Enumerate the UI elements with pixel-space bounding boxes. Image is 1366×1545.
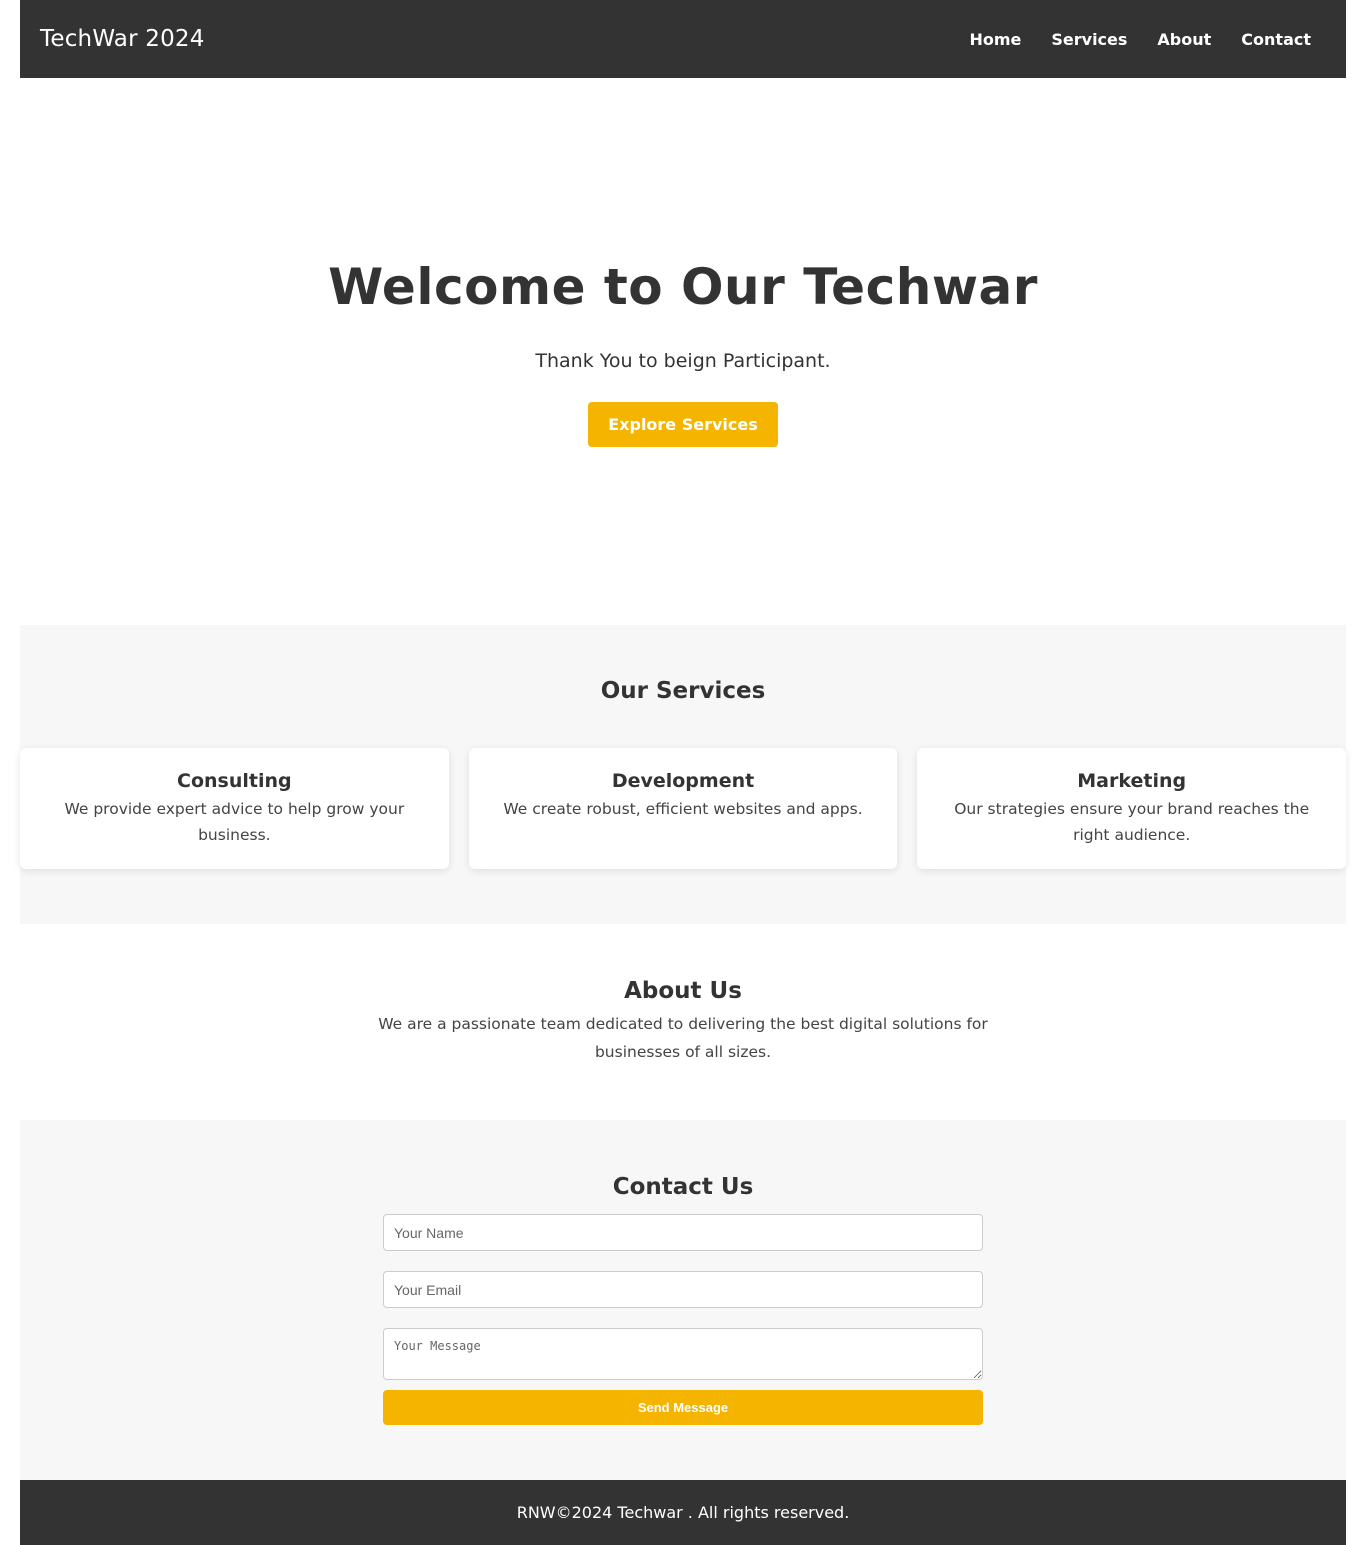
hero-title: Welcome to Our Techwar [328, 258, 1038, 316]
service-card-development: Development We create robust, efficient … [468, 748, 898, 869]
service-card-consulting: Consulting We provide expert advice to h… [20, 748, 449, 869]
service-card-title: Marketing [1077, 770, 1187, 792]
name-input[interactable] [383, 1214, 983, 1251]
hero-subtitle: Thank You to beign Participant. [535, 350, 831, 372]
page: TechWar 2024 Home Services About Contact… [20, 0, 1347, 1545]
nav-services-link[interactable]: Services [1051, 30, 1127, 49]
service-card-title: Development [611, 770, 755, 792]
site-header: TechWar 2024 Home Services About Contact [20, 0, 1346, 78]
nav-about-link[interactable]: About [1157, 30, 1211, 49]
hero-section: Welcome to Our Techwar Thank You to beig… [20, 78, 1346, 625]
about-text: We are a passionate team dedicated to de… [378, 1015, 988, 1061]
footer-copyright: RNW©2024 Techwar . All rights reserved. [516, 1503, 850, 1522]
main-nav: Home Services About Contact [969, 30, 1326, 49]
contact-form: Send Message [383, 1214, 983, 1425]
email-input[interactable] [383, 1271, 983, 1308]
service-card-text: Our strategies ensure your brand reaches… [954, 800, 1310, 844]
explore-services-button[interactable]: Explore Services [588, 402, 778, 447]
service-card-text: We create robust, efficient websites and… [503, 800, 863, 818]
contact-section: Contact Us Send Message [20, 1120, 1346, 1480]
service-card-title: Consulting [177, 770, 292, 792]
message-textarea[interactable] [383, 1328, 983, 1380]
services-cards: Consulting We provide expert advice to h… [20, 748, 1347, 869]
send-message-button[interactable]: Send Message [383, 1390, 983, 1425]
about-section: About Us We are a passionate team dedica… [20, 924, 1346, 1120]
brand-logo[interactable]: TechWar 2024 [40, 26, 205, 52]
nav-home-link[interactable]: Home [969, 30, 1021, 49]
contact-title: Contact Us [612, 1174, 754, 1200]
services-title: Our Services [600, 678, 766, 704]
site-footer: RNW©2024 Techwar . All rights reserved. [20, 1480, 1346, 1545]
nav-contact-link[interactable]: Contact [1241, 30, 1311, 49]
about-title: About Us [624, 978, 742, 1004]
services-section: Our Services Consulting We provide exper… [20, 625, 1347, 924]
service-card-text: We provide expert advice to help grow yo… [64, 800, 405, 844]
service-card-marketing: Marketing Our strategies ensure your bra… [917, 748, 1347, 869]
